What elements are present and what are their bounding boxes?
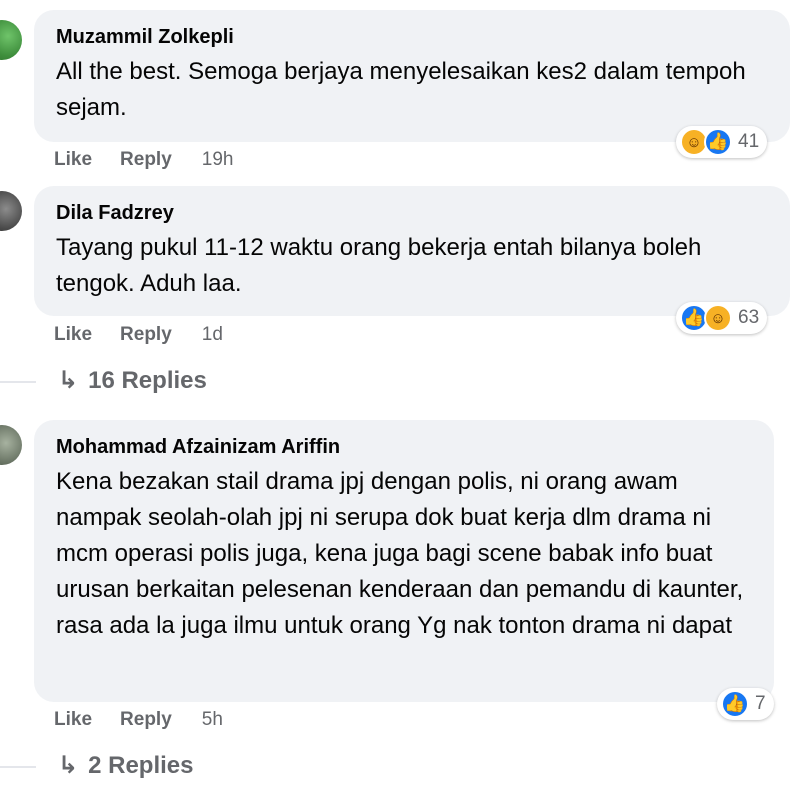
like-reaction-icon: 👍 [704, 128, 732, 156]
like-button[interactable]: Like [54, 149, 92, 171]
comment-bubble: Dila Fadzrey Tayang pukul 11-12 waktu or… [34, 186, 790, 316]
comment-text: Tayang pukul 11-12 waktu orang bekerja e… [56, 234, 702, 297]
comment-actions: Like Reply 19h [54, 149, 233, 171]
replies-count-label: 2 Replies [88, 751, 194, 779]
comment-author[interactable]: Mohammad Afzainizam Ariffin [56, 434, 752, 460]
comment-author[interactable]: Dila Fadzrey [56, 200, 768, 226]
reply-button[interactable]: Reply [120, 324, 172, 346]
reaction-summary[interactable]: 👍 7 [717, 688, 774, 720]
reaction-summary[interactable]: 👍 ☺ 63 [676, 302, 768, 334]
comment-timestamp[interactable]: 5h [202, 709, 223, 731]
comment-timestamp[interactable]: 19h [202, 149, 234, 171]
avatar[interactable] [0, 425, 22, 465]
view-replies-button[interactable]: ↳ 16 Replies [58, 366, 207, 395]
haha-reaction-icon: ☺ [704, 304, 732, 332]
comment-text: All the best. Semoga berjaya menyelesaik… [56, 58, 746, 121]
avatar[interactable] [0, 191, 22, 231]
thread-connector-line [0, 766, 36, 768]
reaction-count: 63 [738, 307, 760, 328]
like-reaction-icon: 👍 [721, 690, 749, 718]
reply-button[interactable]: Reply [120, 709, 172, 731]
reaction-count: 41 [738, 131, 760, 152]
like-button[interactable]: Like [54, 324, 92, 346]
comment-author[interactable]: Muzammil Zolkepli [56, 24, 768, 50]
comment-actions: Like Reply 1d [54, 324, 223, 346]
reply-arrow-icon: ↳ [58, 752, 79, 779]
comment-bubble: Muzammil Zolkepli All the best. Semoga b… [34, 10, 790, 142]
reaction-count: 7 [755, 693, 766, 714]
reply-arrow-icon: ↳ [58, 367, 79, 394]
replies-count-label: 16 Replies [88, 366, 207, 394]
comment-text: Kena bezakan stail drama jpj dengan poli… [56, 468, 744, 639]
comment-actions: Like Reply 5h [54, 709, 223, 731]
thread-connector-line [0, 381, 36, 383]
comment-timestamp[interactable]: 1d [202, 324, 223, 346]
avatar[interactable] [0, 20, 22, 60]
reply-button[interactable]: Reply [120, 149, 172, 171]
comment-bubble: Mohammad Afzainizam Ariffin Kena bezakan… [34, 420, 774, 702]
view-replies-button[interactable]: ↳ 2 Replies [58, 751, 194, 780]
reaction-summary[interactable]: ☺ 👍 41 [676, 126, 768, 158]
like-button[interactable]: Like [54, 709, 92, 731]
